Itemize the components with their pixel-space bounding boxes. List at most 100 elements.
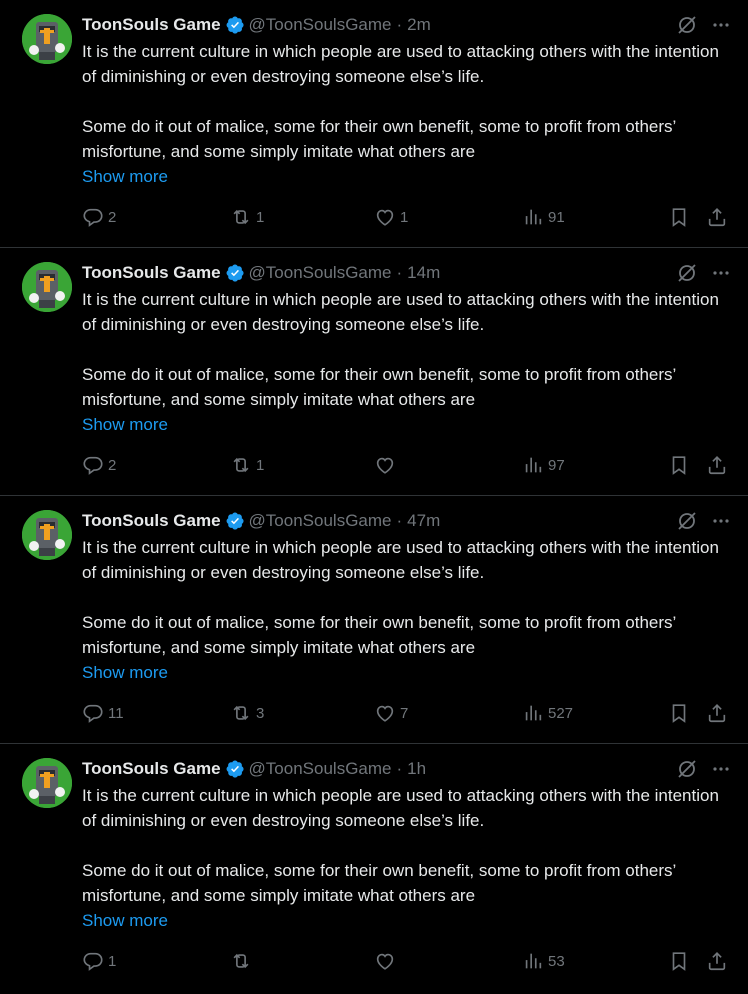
grok-icon[interactable]	[676, 14, 698, 36]
more-options-icon[interactable]	[710, 510, 732, 532]
author-name[interactable]: ToonSouls Game	[82, 263, 221, 283]
show-more-link[interactable]: Show more	[82, 908, 168, 933]
reply-button[interactable]: 1	[82, 948, 116, 974]
tweet-feed: ToonSouls Game @ToonSoulsGame · 2m It is…	[0, 0, 748, 994]
views-button[interactable]: 97	[522, 452, 565, 478]
grok-icon[interactable]	[676, 758, 698, 780]
tweet-text: It is the current culture in which peopl…	[82, 535, 732, 685]
share-button[interactable]	[706, 452, 728, 478]
share-button[interactable]	[706, 204, 728, 230]
bookmark-icon	[668, 206, 690, 228]
grok-icon[interactable]	[676, 262, 698, 284]
more-options-icon[interactable]	[710, 262, 732, 284]
share-icon	[706, 950, 728, 972]
like-button[interactable]	[374, 948, 400, 974]
avatar-image	[22, 14, 72, 64]
avatar[interactable]	[22, 758, 72, 808]
repost-icon	[230, 702, 252, 724]
bookmark-icon	[668, 702, 690, 724]
tweet-paragraph: It is the current culture in which peopl…	[82, 290, 719, 334]
repost-count: 1	[256, 208, 265, 226]
bookmark-icon	[668, 950, 690, 972]
views-count: 527	[548, 704, 574, 722]
separator-dot: ·	[396, 759, 403, 778]
tweet-text: It is the current culture in which peopl…	[82, 39, 732, 189]
reply-icon	[82, 950, 104, 972]
like-button[interactable]: 1	[374, 204, 408, 230]
avatar[interactable]	[22, 510, 72, 560]
timestamp[interactable]: 2m	[407, 15, 431, 35]
views-icon	[522, 206, 544, 228]
author-name[interactable]: ToonSouls Game	[82, 511, 221, 531]
bookmark-icon	[668, 454, 690, 476]
timestamp[interactable]: 14m	[407, 263, 440, 283]
tweet[interactable]: ToonSouls Game @ToonSoulsGame · 47m It i…	[0, 496, 748, 744]
tweet[interactable]: ToonSouls Game @ToonSoulsGame · 14m It i…	[0, 248, 748, 496]
tweet-paragraph: Some do it out of malice, some for their…	[82, 861, 676, 905]
tweet[interactable]: ToonSouls Game @ToonSoulsGame · 1h It is…	[0, 744, 748, 994]
like-button[interactable]	[374, 452, 400, 478]
repost-icon	[230, 206, 252, 228]
verified-badge-icon	[225, 759, 245, 779]
bookmark-button[interactable]	[668, 452, 690, 478]
like-icon	[374, 454, 396, 476]
tweet-header: ToonSouls Game @ToonSoulsGame · 14m	[82, 260, 732, 286]
tweet-actions: 2 1 97	[82, 452, 730, 478]
views-button[interactable]: 53	[522, 948, 565, 974]
repost-button[interactable]	[230, 948, 256, 974]
repost-count: 1	[256, 456, 265, 474]
tweet-header: ToonSouls Game @ToonSoulsGame · 1h	[82, 756, 732, 782]
reply-icon	[82, 702, 104, 724]
views-icon	[522, 454, 544, 476]
tweet-actions: 2 1 1 91	[82, 204, 730, 230]
tweet[interactable]: ToonSouls Game @ToonSoulsGame · 2m It is…	[0, 0, 748, 248]
tweet-header: ToonSouls Game @ToonSoulsGame · 2m	[82, 12, 732, 38]
tweet-header: ToonSouls Game @ToonSoulsGame · 47m	[82, 508, 732, 534]
more-options-icon[interactable]	[710, 758, 732, 780]
show-more-link[interactable]: Show more	[82, 164, 168, 189]
like-icon	[374, 206, 396, 228]
bookmark-button[interactable]	[668, 700, 690, 726]
reply-button[interactable]: 11	[82, 700, 124, 726]
timestamp[interactable]: 1h	[407, 759, 426, 779]
author-handle[interactable]: @ToonSoulsGame	[249, 15, 392, 35]
share-button[interactable]	[706, 700, 728, 726]
like-count: 7	[400, 704, 409, 722]
avatar[interactable]	[22, 14, 72, 64]
author-name[interactable]: ToonSouls Game	[82, 759, 221, 779]
repost-button[interactable]: 1	[230, 204, 264, 230]
separator-dot: ·	[396, 15, 403, 34]
views-button[interactable]: 527	[522, 700, 573, 726]
reply-button[interactable]: 2	[82, 204, 116, 230]
reply-button[interactable]: 2	[82, 452, 116, 478]
bookmark-button[interactable]	[668, 204, 690, 230]
avatar[interactable]	[22, 262, 72, 312]
more-options-icon[interactable]	[710, 14, 732, 36]
repost-button[interactable]: 3	[230, 700, 264, 726]
grok-icon[interactable]	[676, 510, 698, 532]
views-icon	[522, 950, 544, 972]
like-icon	[374, 950, 396, 972]
tweet-paragraph: Some do it out of malice, some for their…	[82, 613, 676, 657]
separator-dot: ·	[396, 263, 403, 282]
author-handle[interactable]: @ToonSoulsGame	[249, 759, 392, 779]
tweet-paragraph: It is the current culture in which peopl…	[82, 786, 719, 830]
like-button[interactable]: 7	[374, 700, 408, 726]
author-handle[interactable]: @ToonSoulsGame	[249, 511, 392, 531]
bookmark-button[interactable]	[668, 948, 690, 974]
share-button[interactable]	[706, 948, 728, 974]
timestamp[interactable]: 47m	[407, 511, 440, 531]
repost-button[interactable]: 1	[230, 452, 264, 478]
show-more-link[interactable]: Show more	[82, 412, 168, 437]
like-icon	[374, 702, 396, 724]
views-icon	[522, 702, 544, 724]
like-count: 1	[400, 208, 409, 226]
views-button[interactable]: 91	[522, 204, 565, 230]
share-icon	[706, 454, 728, 476]
reply-count: 2	[108, 456, 117, 474]
author-handle[interactable]: @ToonSoulsGame	[249, 263, 392, 283]
repost-count: 3	[256, 704, 265, 722]
reply-count: 1	[108, 952, 117, 970]
author-name[interactable]: ToonSouls Game	[82, 15, 221, 35]
show-more-link[interactable]: Show more	[82, 660, 168, 685]
